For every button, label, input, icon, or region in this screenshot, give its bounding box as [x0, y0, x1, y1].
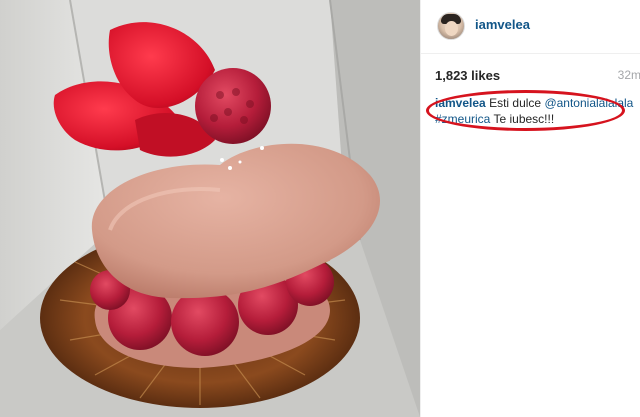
post-header: iamvelea: [421, 0, 640, 54]
caption-hashtag-link[interactable]: #zmeurica: [435, 112, 490, 126]
post-details-panel: iamvelea 1,823 likes 32m iamvelea Esti d…: [420, 0, 640, 417]
caption-author-link[interactable]: iamvelea: [435, 96, 486, 110]
caption-mention-link[interactable]: @antonialalalala: [544, 96, 633, 110]
likes-count[interactable]: 1,823 likes: [435, 68, 500, 83]
avatar[interactable]: [437, 12, 465, 40]
post-meta: 1,823 likes 32m: [421, 54, 640, 94]
post-caption: iamvelea Esti dulce @antonialalalala #zm…: [435, 95, 635, 127]
caption-text: Esti dulce: [489, 96, 542, 110]
username-link[interactable]: iamvelea: [475, 17, 530, 32]
avatar-face: [445, 21, 458, 36]
instagram-post-view: iamvelea 1,823 likes 32m iamvelea Esti d…: [0, 0, 640, 417]
macaron-illustration: [0, 0, 420, 417]
caption-text-2: Te iubesc!!!: [493, 112, 555, 126]
post-timestamp[interactable]: 32m: [618, 68, 640, 82]
post-photo[interactable]: [0, 0, 420, 417]
